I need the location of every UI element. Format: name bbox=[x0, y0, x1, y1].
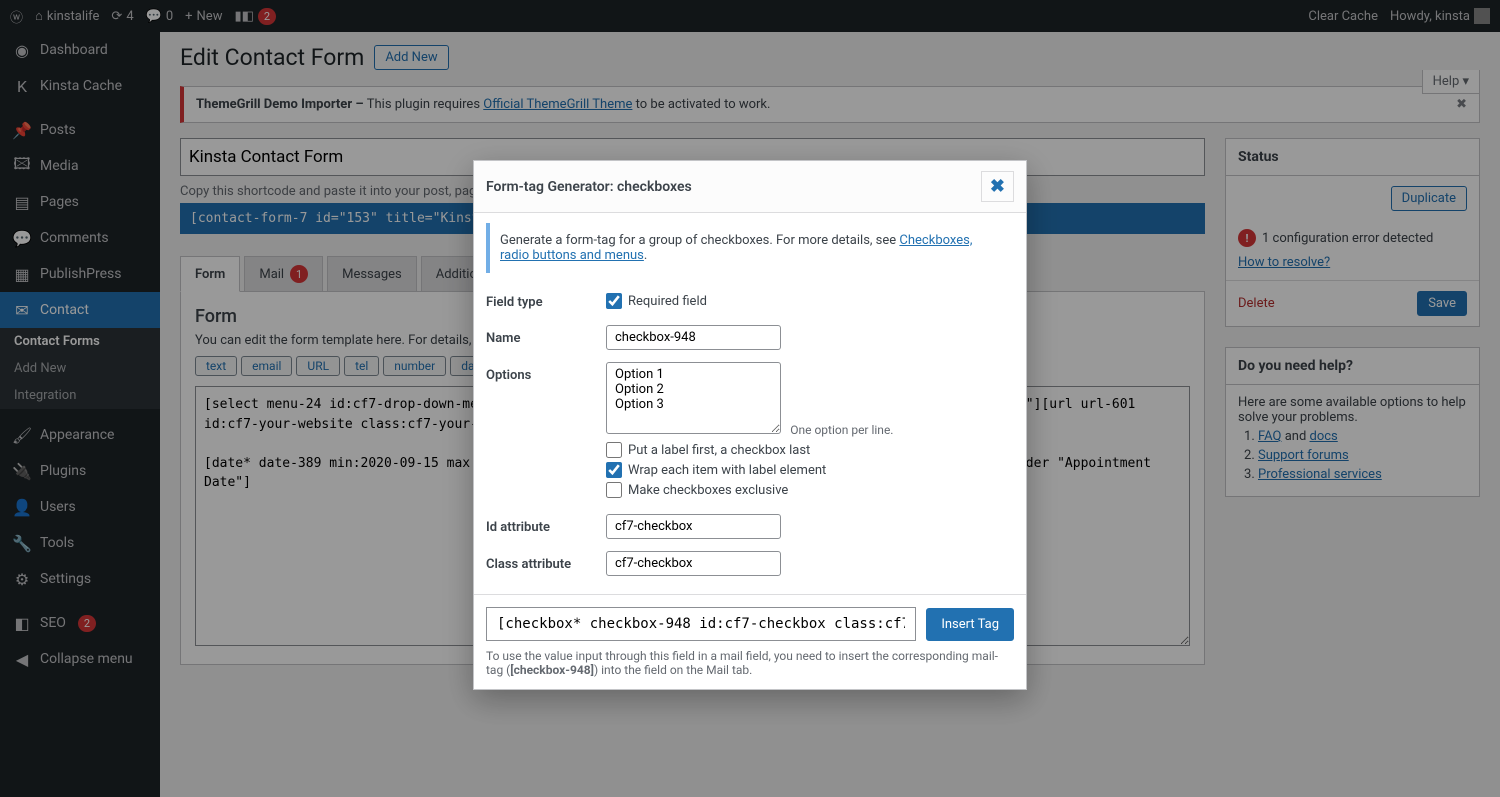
exclusive-checkbox[interactable] bbox=[606, 482, 622, 498]
insert-tag-button[interactable]: Insert Tag bbox=[926, 608, 1014, 641]
options-hint: One option per line. bbox=[790, 423, 893, 437]
name-input[interactable] bbox=[606, 325, 781, 350]
close-icon[interactable]: ✖ bbox=[981, 171, 1014, 202]
required-label: Required field bbox=[628, 294, 707, 309]
id-input[interactable] bbox=[606, 514, 781, 539]
tag-output-input[interactable] bbox=[486, 607, 916, 641]
required-checkbox[interactable] bbox=[606, 293, 622, 309]
modal-intro: Generate a form-tag for a group of check… bbox=[486, 223, 1014, 273]
modal-footer-hint: To use the value input through this fiel… bbox=[486, 649, 1014, 677]
label-field-type: Field type bbox=[486, 289, 606, 310]
label-name: Name bbox=[486, 325, 606, 346]
class-input[interactable] bbox=[606, 551, 781, 576]
options-textarea[interactable] bbox=[606, 362, 781, 434]
label-class: Class attribute bbox=[486, 551, 606, 572]
form-tag-modal: Form-tag Generator: checkboxes ✖ Generat… bbox=[473, 160, 1027, 690]
wrap-label-checkbox[interactable] bbox=[606, 462, 622, 478]
label-id: Id attribute bbox=[486, 514, 606, 535]
modal-title: Form-tag Generator: checkboxes bbox=[486, 179, 692, 195]
label-first-checkbox[interactable] bbox=[606, 442, 622, 458]
label-options: Options bbox=[486, 362, 606, 383]
